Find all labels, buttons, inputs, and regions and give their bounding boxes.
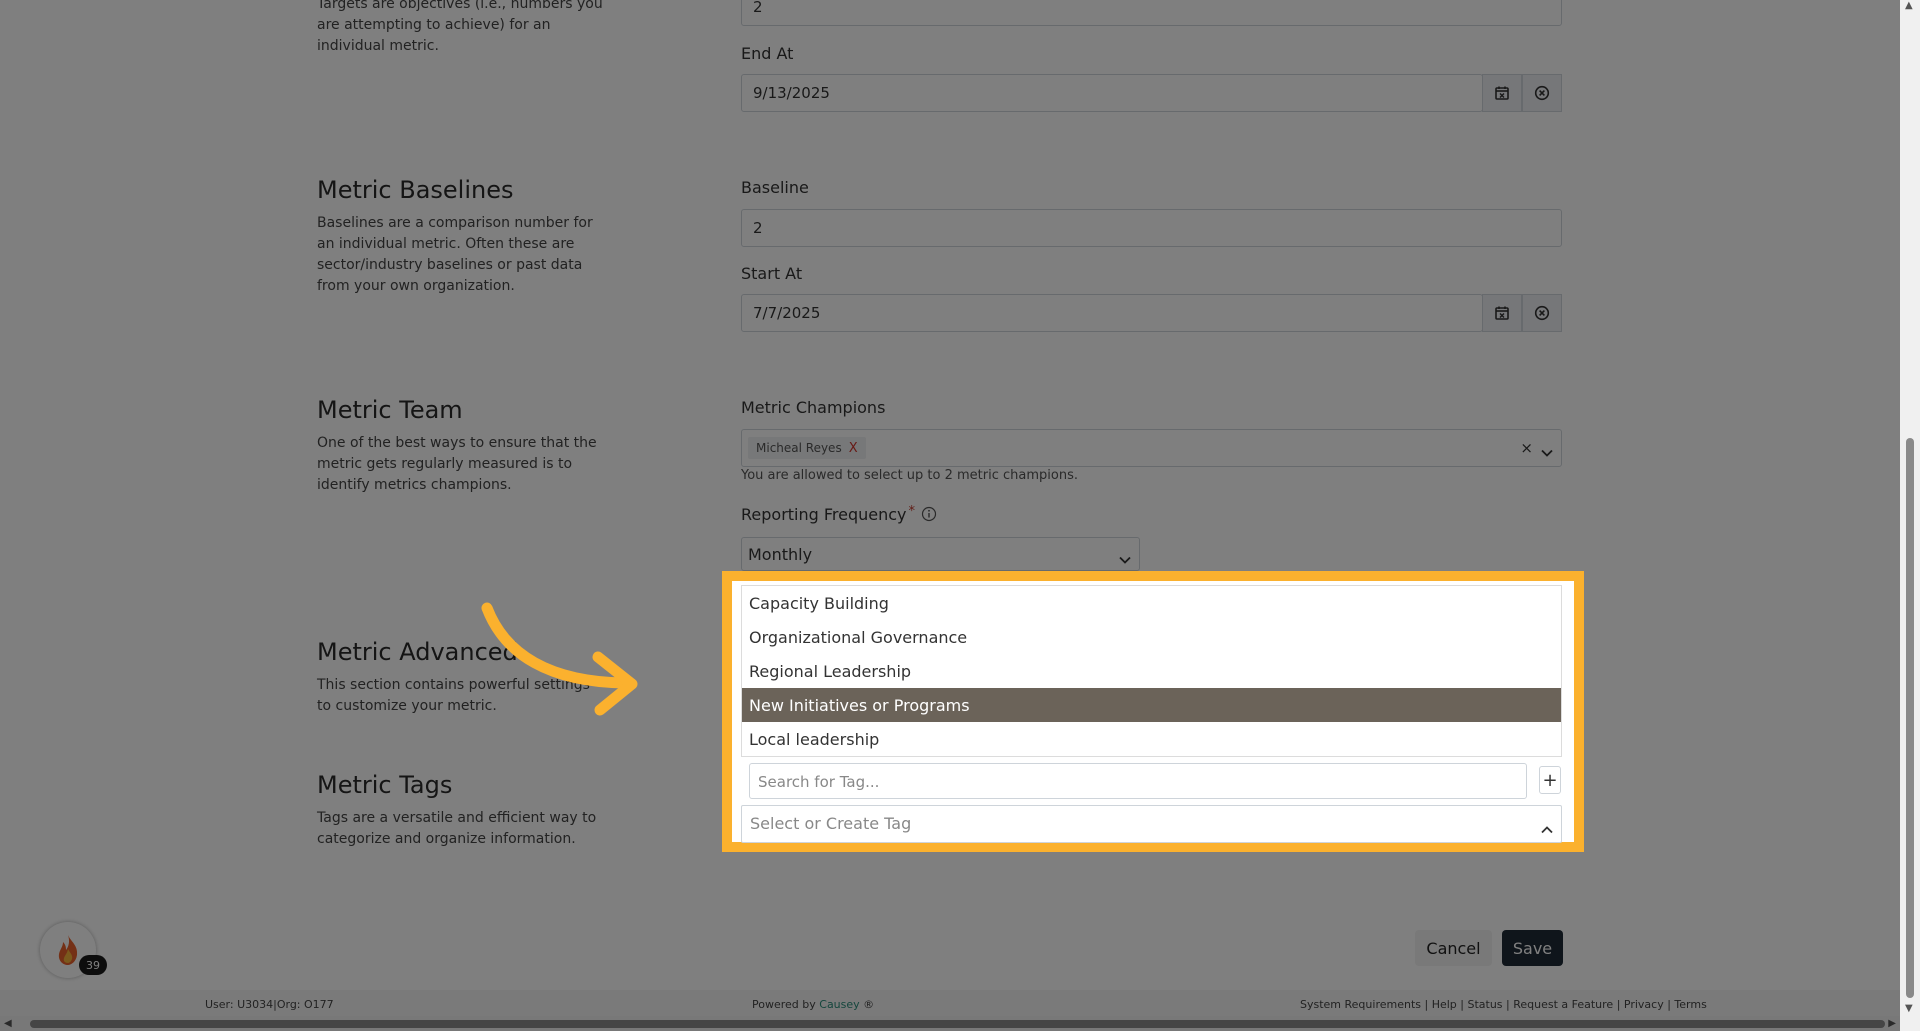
scrollbar-thumb[interactable] [1906, 438, 1914, 998]
tag-option[interactable]: Local leadership [742, 722, 1561, 756]
chevron-up-icon [1541, 819, 1553, 838]
scroll-down-icon[interactable]: ▼ [1905, 1003, 1913, 1014]
tag-select[interactable]: Select or Create Tag [741, 805, 1562, 843]
tag-search-row: Search for Tag... + [741, 761, 1562, 807]
tag-search-input[interactable]: Search for Tag... [749, 763, 1527, 799]
pointer-arrow-icon [481, 602, 638, 716]
tag-option[interactable]: Regional Leadership [742, 654, 1561, 688]
tag-option-active[interactable]: New Initiatives or Programs [742, 688, 1561, 722]
vertical-scrollbar[interactable]: ▲ ▼ [1900, 0, 1920, 1031]
add-tag-button[interactable]: + [1539, 766, 1561, 794]
tag-options-list[interactable]: Capacity Building Organizational Governa… [741, 585, 1562, 757]
scroll-up-icon[interactable]: ▲ [1905, 0, 1913, 11]
tag-select-placeholder: Select or Create Tag [750, 814, 912, 833]
dim-overlay [0, 0, 1900, 1031]
tag-option[interactable]: Organizational Governance [742, 620, 1561, 654]
tag-option[interactable]: Capacity Building [742, 586, 1561, 620]
